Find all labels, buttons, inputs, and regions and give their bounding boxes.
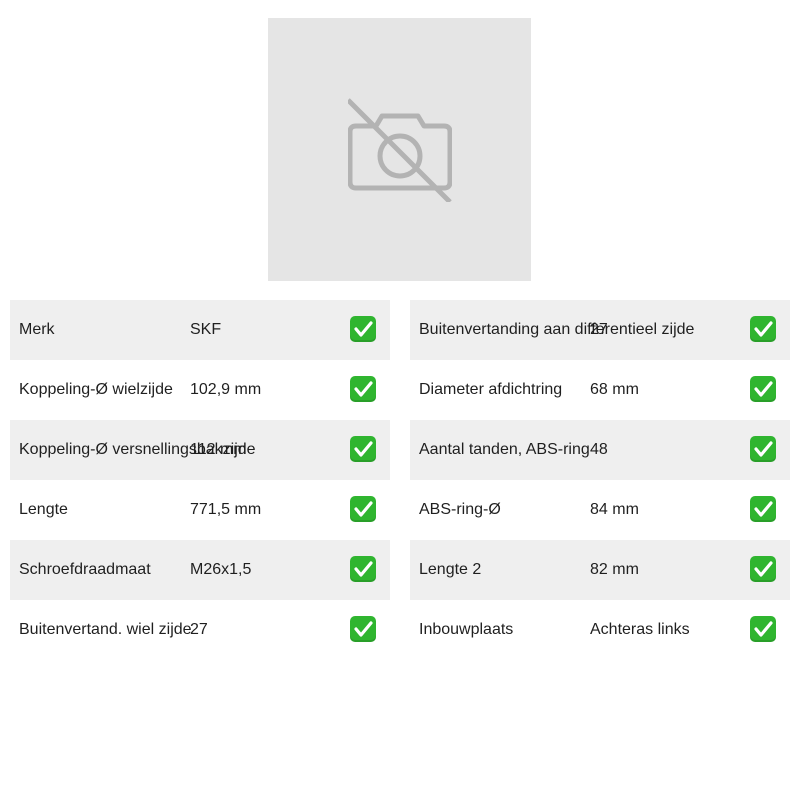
spec-row: Lengte 2 82 mm (410, 540, 790, 600)
spec-row: Schroefdraadmaat M26x1,5 (10, 540, 390, 600)
spec-row: ABS-ring-Ø 84 mm (410, 480, 790, 540)
spec-value: M26x1,5 (190, 561, 252, 578)
spec-value: 48 (590, 441, 608, 458)
spec-row: Diameter afdichtring 68 mm (410, 360, 790, 420)
spec-table-right: Buitenvertanding aan differentieel zijde… (410, 300, 790, 660)
check-mark-icon (350, 496, 376, 522)
spec-value: 112 mm (190, 441, 247, 458)
spec-label: Diameter afdichtring (419, 381, 563, 398)
spec-value: 27 (590, 321, 608, 338)
spec-value: 82 mm (590, 561, 639, 578)
check-mark-icon (350, 316, 376, 342)
spec-label: Merk (19, 321, 55, 338)
spec-label: Aantal tanden, ABS-ring (419, 441, 590, 458)
spec-value: 102,9 mm (190, 381, 262, 398)
spec-label: Schroefdraadmaat (19, 561, 151, 578)
spec-row: Aantal tanden, ABS-ring 48 (410, 420, 790, 480)
spec-label: Lengte 2 (419, 561, 482, 578)
spec-label: Buitenvertanding aan differentieel zijde (419, 321, 695, 338)
spec-row: Koppeling-Ø wielzijde 102,9 mm (10, 360, 390, 420)
spec-value: Achteras links (590, 621, 690, 638)
spec-value: 27 (190, 621, 208, 638)
spec-row: Koppeling-Ø versnellingsbakzijde 112 mm (10, 420, 390, 480)
spec-row: Merk SKF (10, 300, 390, 360)
spec-row: Inbouwplaats Achteras links (410, 600, 790, 660)
spec-value: SKF (190, 321, 222, 338)
product-image-placeholder (268, 18, 531, 281)
spec-row: Lengte 771,5 mm (10, 480, 390, 540)
spec-label: Lengte (19, 501, 68, 518)
spec-row: Buitenvertand. wiel zijde 27 (10, 600, 390, 660)
check-mark-icon (350, 376, 376, 402)
spec-value: 68 mm (590, 381, 639, 398)
product-specs-page: Merk SKF Koppeling-Ø wielzijde 102,9 mm … (0, 0, 800, 800)
check-mark-icon (350, 616, 376, 642)
check-mark-icon (750, 376, 776, 402)
check-mark-icon (350, 436, 376, 462)
spec-label: ABS-ring-Ø (419, 501, 501, 518)
check-mark-icon (750, 556, 776, 582)
check-mark-icon (750, 496, 776, 522)
spec-table-left: Merk SKF Koppeling-Ø wielzijde 102,9 mm … (10, 300, 390, 660)
check-mark-icon (750, 436, 776, 462)
spec-row: Buitenvertanding aan differentieel zijde… (410, 300, 790, 360)
spec-label: Buitenvertand. wiel zijde (19, 621, 192, 638)
spec-label: Koppeling-Ø wielzijde (19, 381, 173, 398)
spec-label: Inbouwplaats (419, 621, 514, 638)
spec-value: 771,5 mm (190, 501, 262, 518)
check-mark-icon (750, 616, 776, 642)
spec-value: 84 mm (590, 501, 639, 518)
check-mark-icon (750, 316, 776, 342)
check-mark-icon (350, 556, 376, 582)
